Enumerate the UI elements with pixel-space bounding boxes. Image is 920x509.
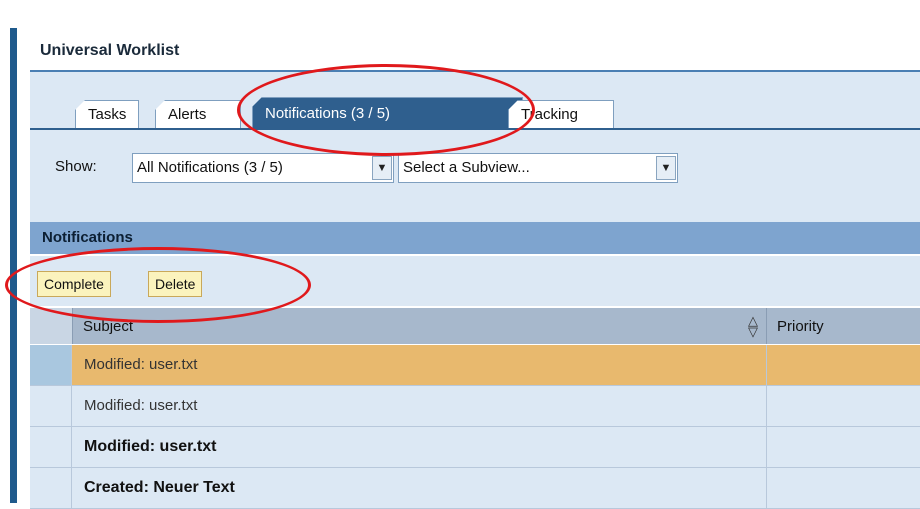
table-row[interactable]: Modified: user.txt xyxy=(30,427,920,468)
row-selector[interactable] xyxy=(30,427,72,468)
window-title-bar: Universal Worklist xyxy=(30,32,920,72)
sort-icon[interactable]: △ ▽ xyxy=(748,314,758,338)
subview-select[interactable]: Select a Subview... ▼ xyxy=(398,153,678,183)
show-label: Show: xyxy=(55,158,97,175)
chevron-down-icon[interactable]: ▼ xyxy=(656,156,676,180)
tab-notifications[interactable]: Notifications (3 / 5) xyxy=(252,97,523,129)
priority-cell[interactable] xyxy=(767,427,920,468)
view-select-value: All Notifications (3 / 5) xyxy=(137,159,283,176)
subject-text: Modified: user.txt xyxy=(84,438,217,455)
window-title: Universal Worklist xyxy=(40,42,180,59)
tab-tracking[interactable]: Tracking xyxy=(508,100,614,129)
tab-label: Tasks xyxy=(88,106,127,123)
tab-tasks[interactable]: Tasks xyxy=(75,100,140,129)
subject-cell[interactable]: Modified: user.txt xyxy=(72,345,767,386)
section-title: Notifications xyxy=(42,229,133,246)
row-selector[interactable] xyxy=(30,345,72,386)
column-header-label: Subject xyxy=(83,318,134,335)
subject-cell[interactable]: Modified: user.txt xyxy=(72,386,767,427)
subject-text: Created: Neuer Text xyxy=(84,479,235,496)
column-header-priority[interactable]: Priority xyxy=(767,308,920,344)
column-header-label: Priority xyxy=(777,318,824,335)
table-row[interactable]: Modified: user.txt xyxy=(30,345,920,386)
filter-toolbar: Show: All Notifications (3 / 5) ▼ Select… xyxy=(30,128,920,222)
delete-button[interactable]: Delete xyxy=(148,271,203,297)
subject-text: Modified: user.txt xyxy=(84,397,198,414)
subview-select-value: Select a Subview... xyxy=(403,159,530,176)
table-row[interactable]: Modified: user.txt xyxy=(30,386,920,427)
view-select[interactable]: All Notifications (3 / 5) ▼ xyxy=(132,153,394,183)
tab-label: Tracking xyxy=(521,106,578,123)
tab-alerts[interactable]: Alerts xyxy=(155,100,241,129)
row-selector[interactable] xyxy=(30,386,72,427)
section-header: Notifications xyxy=(30,222,920,254)
priority-cell[interactable] xyxy=(767,386,920,427)
action-bar: Complete Delete xyxy=(30,256,920,306)
tab-label: Alerts xyxy=(168,106,207,123)
priority-cell[interactable] xyxy=(767,345,920,386)
column-header-subject[interactable]: Subject △ ▽ xyxy=(73,308,767,344)
select-all-column-header[interactable] xyxy=(30,308,73,344)
subject-text: Modified: user.txt xyxy=(84,356,198,373)
window-accent-bar xyxy=(10,28,17,503)
complete-button[interactable]: Complete xyxy=(37,271,111,297)
chevron-down-icon[interactable]: ▼ xyxy=(372,156,392,180)
subject-cell[interactable]: Modified: user.txt xyxy=(72,427,767,468)
notifications-table: Subject △ ▽ Priority Modified: user.txt M… xyxy=(30,308,920,509)
tab-label: Notifications (3 / 5) xyxy=(265,105,391,122)
tab-strip: Tasks Alerts Notifications (3 / 5) Track… xyxy=(30,72,920,129)
